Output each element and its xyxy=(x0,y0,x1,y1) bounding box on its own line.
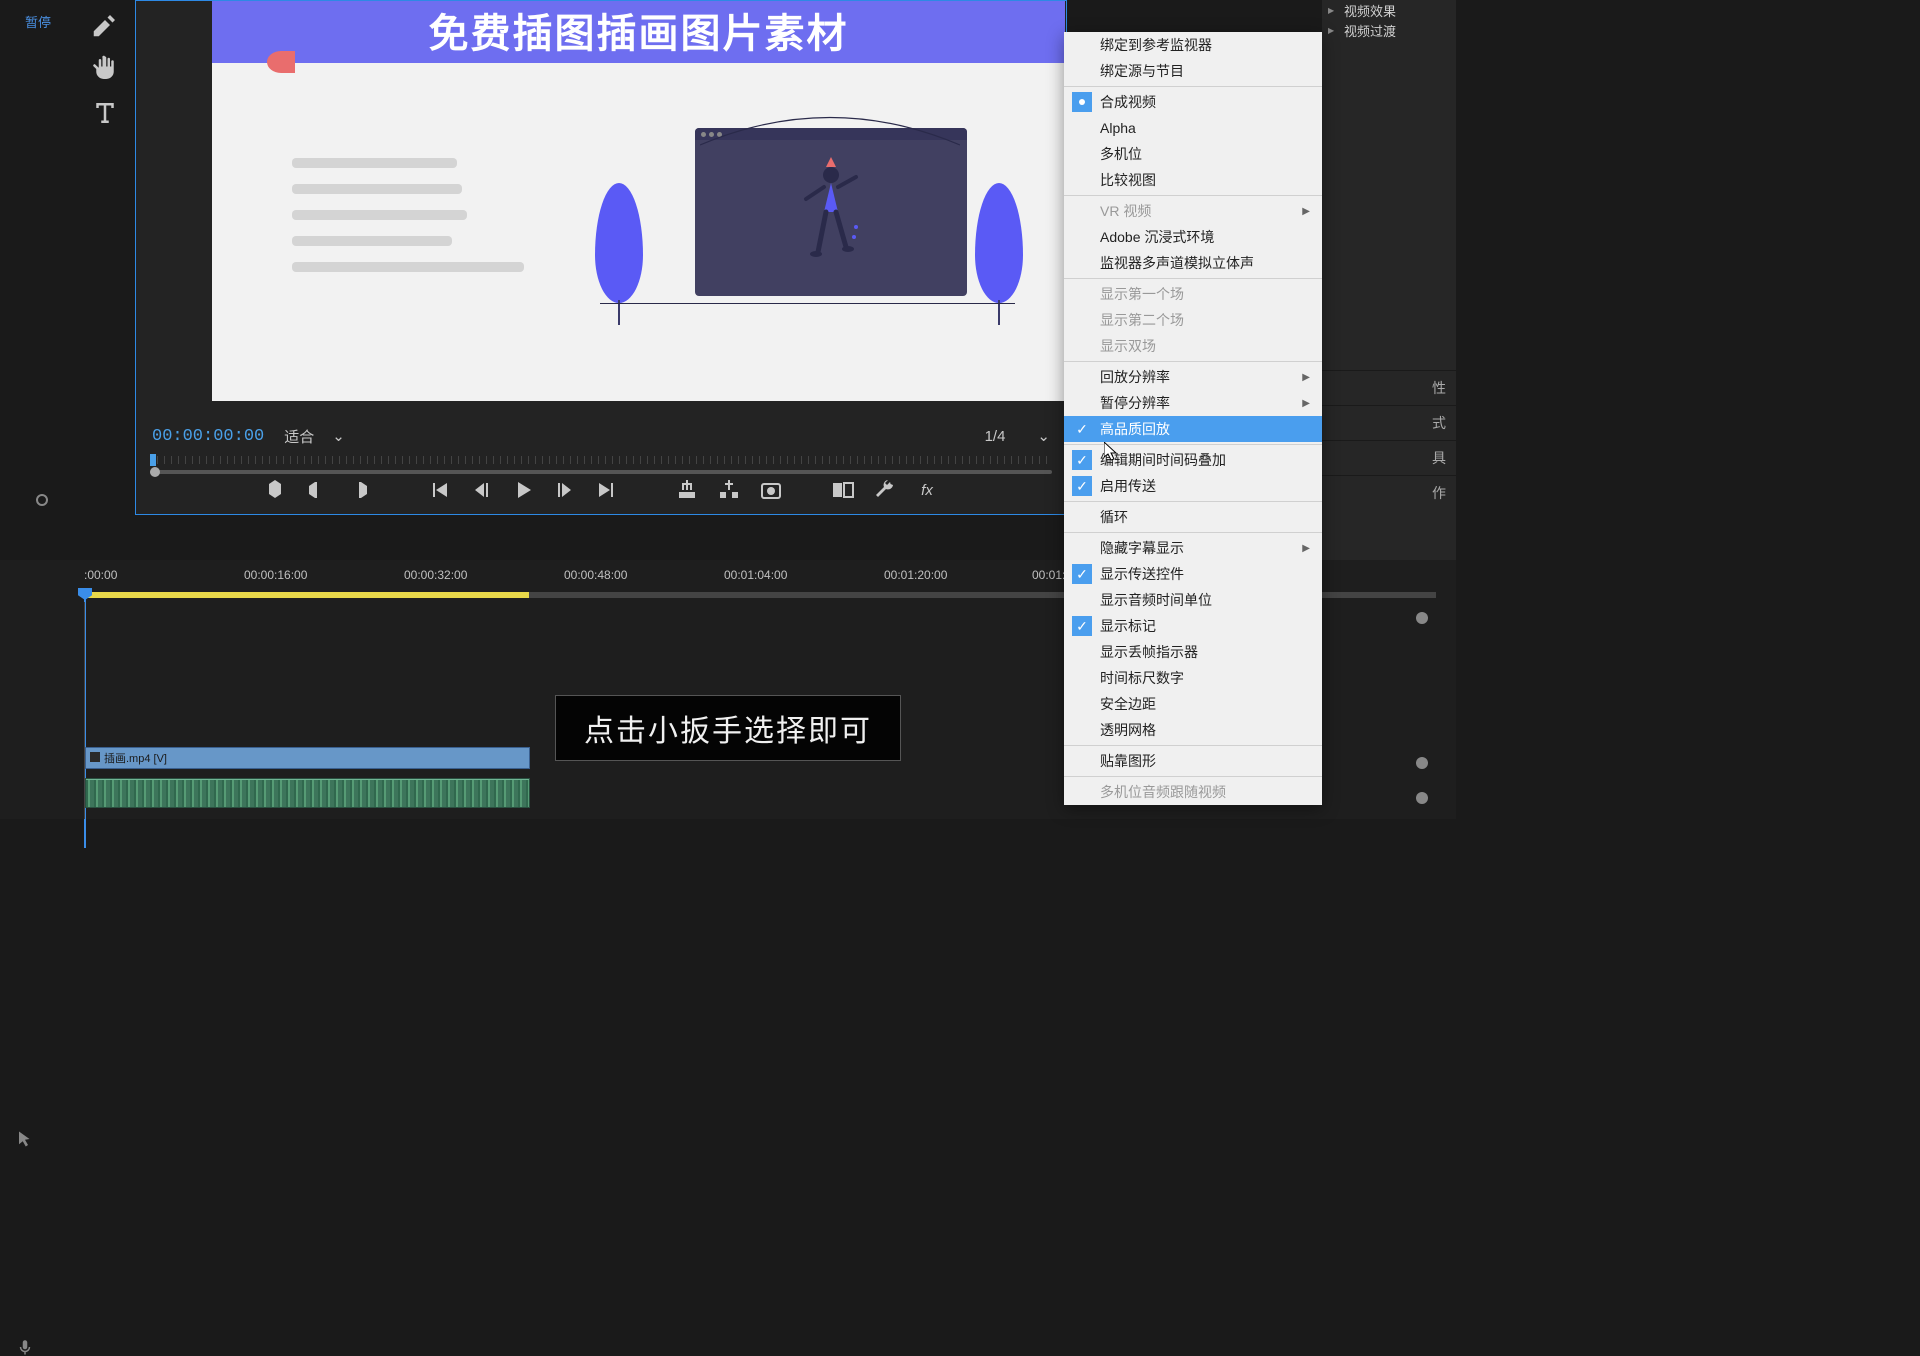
context-menu-item[interactable]: 安全边距 xyxy=(1064,691,1322,717)
extract-button[interactable] xyxy=(717,478,741,502)
mic-icon[interactable] xyxy=(16,1338,34,1356)
context-menu-item[interactable]: ✓编辑期间时间码叠加 xyxy=(1064,447,1322,473)
track-scroll-knob[interactable] xyxy=(1416,792,1428,804)
context-menu-item[interactable]: Adobe 沉浸式环境 xyxy=(1064,224,1322,250)
chevron-down-icon: ⌄ xyxy=(332,427,345,445)
context-menu-item[interactable]: ✓启用传送 xyxy=(1064,473,1322,499)
fx-button[interactable]: fx xyxy=(915,478,939,502)
context-menu-item[interactable]: ✓显示标记 xyxy=(1064,613,1322,639)
monitor-scrub-bar[interactable] xyxy=(150,456,1052,466)
fit-dropdown[interactable]: 适合⌄ xyxy=(284,426,345,447)
track-scroll-knob[interactable] xyxy=(1416,757,1428,769)
context-menu-item[interactable]: 显示丢帧指示器 xyxy=(1064,639,1322,665)
right-tab[interactable]: 作 xyxy=(1322,475,1456,510)
timeline-tick: 00:01:20:00 xyxy=(884,568,947,582)
context-menu-item[interactable]: 循环 xyxy=(1064,504,1322,530)
mark-out-button[interactable] xyxy=(347,478,371,502)
context-menu-item[interactable]: 透明网格 xyxy=(1064,717,1322,743)
context-menu-item[interactable]: ✓高品质回放 xyxy=(1064,416,1322,442)
type-tool-icon[interactable] xyxy=(90,98,120,128)
hand-tool-icon[interactable] xyxy=(90,54,120,84)
monitor-timecode[interactable]: 00:00:00:00 xyxy=(152,427,264,446)
pause-label: 暂停 xyxy=(25,12,51,31)
context-menu-item[interactable]: 暂停分辨率▶ xyxy=(1064,390,1322,416)
go-to-in-button[interactable] xyxy=(427,478,451,502)
viewport-banner: 免费插图插画图片素材 xyxy=(212,1,1065,63)
selection-tool-icon[interactable] xyxy=(16,1130,34,1148)
timeline-tick: 00:01:04:00 xyxy=(724,568,787,582)
program-monitor: 免费插图插画图片素材 xyxy=(135,0,1067,515)
context-menu-item[interactable]: 贴靠图形 xyxy=(1064,748,1322,774)
context-menu-item[interactable]: 绑定到参考监视器 xyxy=(1064,32,1322,58)
chevron-down-icon: ⌄ xyxy=(1037,427,1050,445)
timeline-tick: 00:00:32:00 xyxy=(404,568,467,582)
context-menu-item[interactable]: 比较视图 xyxy=(1064,167,1322,193)
step-forward-button[interactable] xyxy=(553,478,577,502)
right-tab[interactable]: 性 xyxy=(1322,370,1456,405)
monitor-settings-menu: 绑定到参考监视器绑定源与节目合成视频Alpha多机位比较视图 VR 视频▶Adob… xyxy=(1064,32,1322,805)
timeline-tick: 00:01: xyxy=(1032,568,1065,582)
context-menu-item: VR 视频▶ xyxy=(1064,198,1322,224)
context-menu-item[interactable]: 绑定源与节目 xyxy=(1064,58,1322,84)
context-menu-item[interactable]: 合成视频 xyxy=(1064,89,1322,115)
context-menu-item: 多机位音频跟随视频 xyxy=(1064,779,1322,805)
video-clip[interactable]: 插画.mp4 [V] xyxy=(85,747,530,769)
subtitle-overlay: 点击小扳手选择即可 xyxy=(555,695,901,761)
comparison-view-button[interactable] xyxy=(831,478,855,502)
play-button[interactable] xyxy=(511,478,535,502)
timeline-tick: 00:00:48:00 xyxy=(564,568,627,582)
monitor-viewport: 免费插图插画图片素材 xyxy=(212,1,1065,401)
settings-wrench-button[interactable] xyxy=(873,478,897,502)
record-indicator-icon xyxy=(36,494,48,506)
context-menu-item[interactable]: 时间标尺数字 xyxy=(1064,665,1322,691)
right-panel-item[interactable]: 视频过渡 xyxy=(1322,20,1456,40)
context-menu-item[interactable]: ✓显示传送控件 xyxy=(1064,561,1322,587)
right-tab[interactable]: 式 xyxy=(1322,405,1456,440)
zoom-dropdown[interactable]: 1/4⌄ xyxy=(985,427,1050,445)
step-back-button[interactable] xyxy=(469,478,493,502)
context-menu-item[interactable]: 显示音频时间单位 xyxy=(1064,587,1322,613)
context-menu-item: 显示双场 xyxy=(1064,333,1322,359)
context-menu-item: 显示第一个场 xyxy=(1064,281,1322,307)
add-marker-button[interactable] xyxy=(263,478,287,502)
go-to-out-button[interactable] xyxy=(595,478,619,502)
export-frame-button[interactable] xyxy=(759,478,783,502)
audio-clip[interactable] xyxy=(85,778,530,808)
timeline-tick: :00:00 xyxy=(84,568,117,582)
lift-button[interactable] xyxy=(675,478,699,502)
context-menu-item: 显示第二个场 xyxy=(1064,307,1322,333)
context-menu-item[interactable]: 监视器多声道模拟立体声 xyxy=(1064,250,1322,276)
track-scroll-knob[interactable] xyxy=(1416,612,1428,624)
context-menu-item[interactable]: 隐藏字幕显示▶ xyxy=(1064,535,1322,561)
context-menu-item[interactable]: 多机位 xyxy=(1064,141,1322,167)
right-tab[interactable]: 具 xyxy=(1322,440,1456,475)
mark-in-button[interactable] xyxy=(305,478,329,502)
pen-tool-icon[interactable] xyxy=(90,10,120,40)
timeline-tick: 00:00:16:00 xyxy=(244,568,307,582)
context-menu-item[interactable]: Alpha xyxy=(1064,115,1322,141)
context-menu-item[interactable]: 回放分辨率▶ xyxy=(1064,364,1322,390)
right-panel-item[interactable]: 视频效果 xyxy=(1322,0,1456,20)
